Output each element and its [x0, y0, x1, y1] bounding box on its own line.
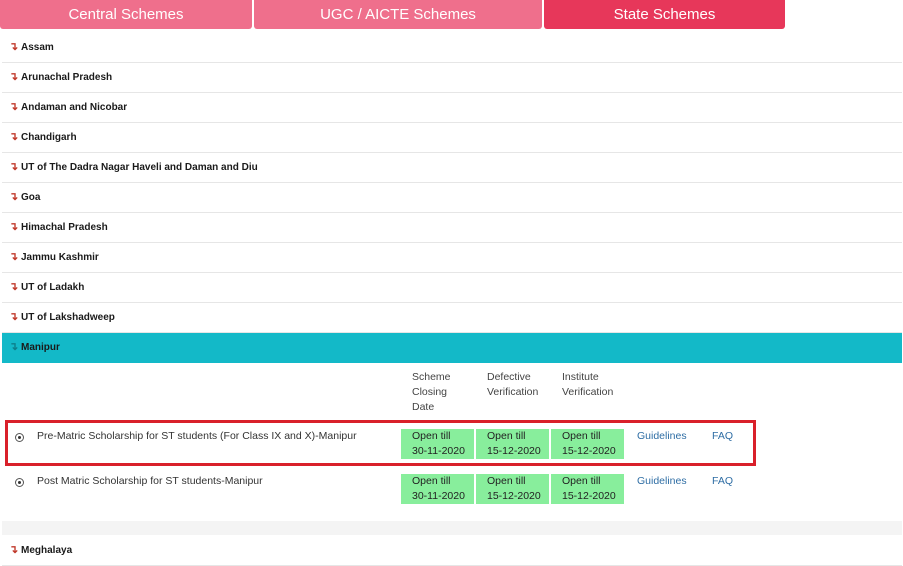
- header-line: Scheme: [412, 371, 451, 383]
- header-line: Institute: [562, 371, 599, 383]
- state-item-assam[interactable]: ↴ Assam: [2, 33, 902, 63]
- radio-icon[interactable]: [15, 478, 24, 487]
- cell-line: Open till: [412, 430, 451, 442]
- scheme-row: Post Matric Scholarship for ST students-…: [2, 474, 762, 518]
- arrow-down-icon: ↴: [9, 281, 19, 293]
- arrow-down-icon: ↴: [9, 221, 19, 233]
- institute-verification-cell: Open till 15-12-2020: [551, 429, 624, 459]
- state-name: Andaman and Nicobar: [21, 102, 128, 113]
- state-name: UT of The Dadra Nagar Haveli and Daman a…: [21, 162, 258, 173]
- radio-dot: [18, 436, 21, 439]
- state-item-arunachal-pradesh[interactable]: ↴ Arunachal Pradesh: [2, 63, 902, 93]
- cell-line: 15-12-2020: [487, 445, 541, 457]
- closing-date-cell: Open till 30-11-2020: [401, 429, 474, 459]
- state-item-lakshadweep[interactable]: ↴ UT of Lakshadweep: [2, 303, 902, 333]
- column-header-defective-verification: Defective Verification: [487, 370, 538, 400]
- header-line: Closing: [412, 386, 448, 398]
- header-line: Date: [412, 401, 435, 413]
- state-name: Jammu Kashmir: [21, 252, 99, 263]
- state-name: UT of Lakshadweep: [21, 312, 115, 323]
- scheme-row: Pre-Matric Scholarship for ST students (…: [2, 429, 762, 473]
- closing-date-cell: Open till 30-11-2020: [401, 474, 474, 504]
- column-header-institute-verification: Institute Verification: [562, 370, 613, 400]
- state-item-meghalaya[interactable]: ↴ Meghalaya: [2, 536, 902, 566]
- arrow-down-icon: ↴: [9, 71, 19, 83]
- state-item-manipur[interactable]: ↴ Manipur: [2, 333, 902, 363]
- arrow-down-icon: ↴: [9, 101, 19, 113]
- state-name: UT of Ladakh: [21, 282, 85, 293]
- arrow-down-icon: ↴: [9, 41, 19, 53]
- state-item-andaman-and-nicobar[interactable]: ↴ Andaman and Nicobar: [2, 93, 902, 123]
- header-line: Defective: [487, 371, 531, 383]
- arrow-down-icon: ↴: [9, 311, 19, 323]
- cell-line: 30-11-2020: [412, 445, 465, 457]
- section-divider: [2, 521, 902, 535]
- state-item-goa[interactable]: ↴ Goa: [2, 183, 902, 213]
- cell-line: 15-12-2020: [487, 490, 541, 502]
- state-item-chandigarh[interactable]: ↴ Chandigarh: [2, 123, 902, 153]
- arrow-down-icon: ↴: [9, 544, 19, 556]
- state-name: Arunachal Pradesh: [21, 72, 113, 83]
- scheme-name[interactable]: Pre-Matric Scholarship for ST students (…: [37, 429, 357, 444]
- defective-verification-cell: Open till 15-12-2020: [476, 429, 549, 459]
- guidelines-link[interactable]: Guidelines: [637, 429, 687, 444]
- faq-link[interactable]: FAQ: [712, 429, 733, 444]
- state-item-ladakh[interactable]: ↴ UT of Ladakh: [2, 273, 902, 303]
- cell-line: 30-11-2020: [412, 490, 465, 502]
- faq-link[interactable]: FAQ: [712, 474, 733, 489]
- cell-line: Open till: [487, 475, 526, 487]
- state-name: Goa: [21, 192, 41, 203]
- tab-state-schemes[interactable]: State Schemes: [544, 0, 785, 29]
- guidelines-link[interactable]: Guidelines: [637, 474, 687, 489]
- cell-line: Open till: [562, 430, 601, 442]
- cell-line: Open till: [487, 430, 526, 442]
- state-name: Chandigarh: [21, 132, 77, 143]
- arrow-down-icon: ↴: [9, 341, 19, 353]
- scheme-tabs: Central Schemes UGC / AICTE Schemes Stat…: [0, 0, 903, 30]
- state-name: Manipur: [21, 342, 60, 353]
- cell-line: 15-12-2020: [562, 445, 616, 457]
- arrow-down-icon: ↴: [9, 191, 19, 203]
- radio-dot: [18, 481, 21, 484]
- tab-ugc-aicte-schemes[interactable]: UGC / AICTE Schemes: [254, 0, 542, 29]
- arrow-down-icon: ↴: [9, 131, 19, 143]
- state-item-dadra-nagar-haveli-daman-diu[interactable]: ↴ UT of The Dadra Nagar Haveli and Daman…: [2, 153, 902, 183]
- tab-central-schemes[interactable]: Central Schemes: [0, 0, 252, 29]
- cell-line: 15-12-2020: [562, 490, 616, 502]
- arrow-down-icon: ↴: [9, 251, 19, 263]
- cell-line: Open till: [412, 475, 451, 487]
- state-name: Assam: [21, 42, 54, 53]
- column-header-closing-date: Scheme Closing Date: [412, 370, 451, 415]
- state-item-himachal-pradesh[interactable]: ↴ Himachal Pradesh: [2, 213, 902, 243]
- cell-line: Open till: [562, 475, 601, 487]
- header-line: Verification: [487, 386, 539, 398]
- state-name: Himachal Pradesh: [21, 222, 108, 233]
- header-line: Verification: [562, 386, 614, 398]
- institute-verification-cell: Open till 15-12-2020: [551, 474, 624, 504]
- defective-verification-cell: Open till 15-12-2020: [476, 474, 549, 504]
- scheme-name[interactable]: Post Matric Scholarship for ST students-…: [37, 474, 263, 489]
- manipur-schemes-panel: Scheme Closing Date Defective Verificati…: [2, 363, 902, 521]
- state-item-jammu-kashmir[interactable]: ↴ Jammu Kashmir: [2, 243, 902, 273]
- arrow-down-icon: ↴: [9, 161, 19, 173]
- radio-icon[interactable]: [15, 433, 24, 442]
